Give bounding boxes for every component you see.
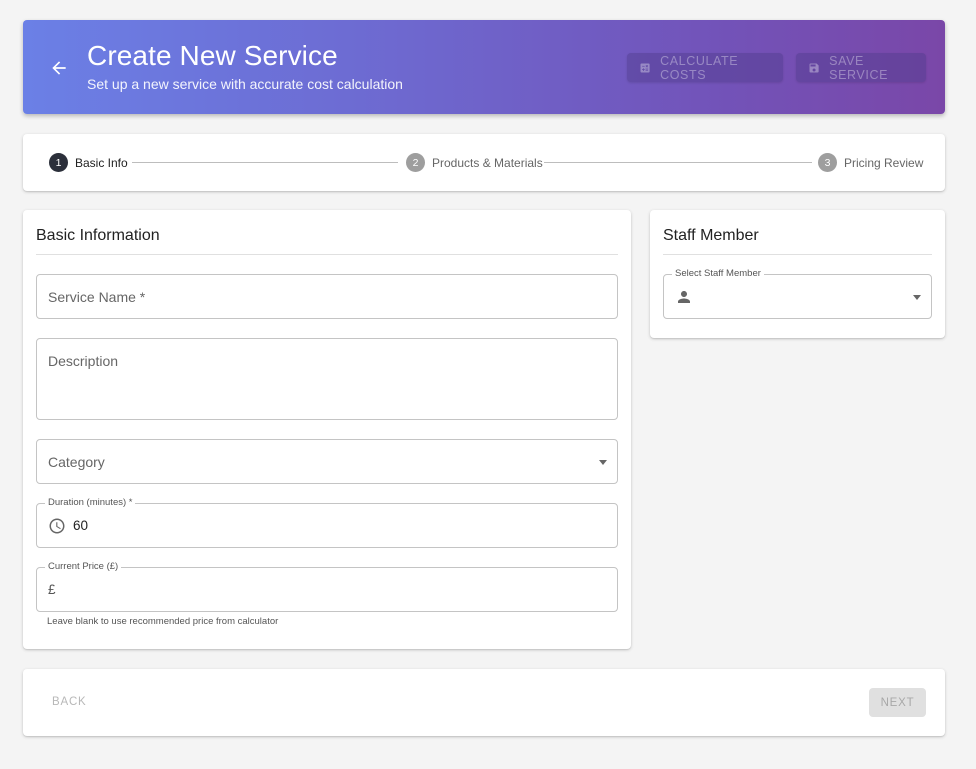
step-connector	[544, 162, 812, 163]
calculator-icon	[640, 62, 650, 73]
staff-member-label: Select Staff Member	[672, 268, 764, 279]
step-number: 3	[818, 153, 837, 172]
category-select[interactable]: Category	[36, 439, 618, 484]
page-subtitle: Set up a new service with accurate cost …	[87, 76, 403, 92]
step-label: Basic Info	[75, 155, 128, 170]
divider	[36, 254, 618, 255]
basic-information-card: Basic Information Service Name * Descrip…	[23, 210, 631, 649]
step-number: 1	[49, 153, 68, 172]
service-name-placeholder: Service Name *	[48, 289, 146, 305]
save-icon	[809, 62, 819, 73]
current-price-field[interactable]: Current Price (£) £	[36, 561, 618, 612]
back-button[interactable]: BACK	[52, 696, 87, 708]
step-label: Products & Materials	[432, 155, 543, 170]
clock-icon	[48, 517, 66, 535]
currency-prefix: £	[48, 582, 56, 597]
divider	[663, 254, 932, 255]
person-icon	[675, 288, 693, 306]
calculate-costs-label: CALCULATE COSTS	[660, 53, 739, 82]
save-service-button[interactable]: SAVE SERVICE	[796, 53, 926, 82]
price-helper-text: Leave blank to use recommended price fro…	[47, 616, 279, 627]
description-placeholder: Description	[48, 353, 119, 369]
card-title: Staff Member	[663, 227, 759, 244]
step-pricing-review[interactable]: 3 Pricing Review	[818, 153, 923, 172]
next-button[interactable]: NEXT	[869, 688, 926, 717]
arrow-left-icon[interactable]	[49, 58, 69, 78]
chevron-down-icon	[599, 460, 607, 465]
page-header: Create New Service Set up a new service …	[23, 20, 945, 114]
stepper: 1 Basic Info 2 Products & Materials 3 Pr…	[23, 134, 945, 191]
staff-member-card: Staff Member Select Staff Member	[650, 210, 945, 338]
step-basic-info[interactable]: 1 Basic Info	[49, 153, 128, 172]
calculate-costs-button[interactable]: CALCULATE COSTS	[627, 53, 783, 82]
category-placeholder: Category	[48, 454, 105, 470]
duration-label: Duration (minutes) *	[45, 497, 136, 508]
step-connector	[132, 162, 398, 163]
card-title: Basic Information	[36, 227, 160, 244]
save-service-label: SAVE SERVICE	[829, 53, 889, 82]
step-label: Pricing Review	[844, 155, 924, 170]
step-number: 2	[406, 153, 425, 172]
current-price-label: Current Price (£)	[45, 561, 122, 572]
service-name-field[interactable]: Service Name *	[36, 274, 618, 319]
wizard-footer: BACK NEXT	[23, 669, 945, 736]
step-products-materials[interactable]: 2 Products & Materials	[406, 153, 543, 172]
page-title: Create New Service	[87, 40, 338, 71]
chevron-down-icon	[913, 295, 921, 300]
duration-value: 60	[73, 518, 89, 533]
description-field[interactable]: Description	[36, 338, 618, 420]
duration-field[interactable]: Duration (minutes) * 60	[36, 497, 618, 548]
staff-member-select[interactable]: Select Staff Member	[663, 268, 932, 319]
